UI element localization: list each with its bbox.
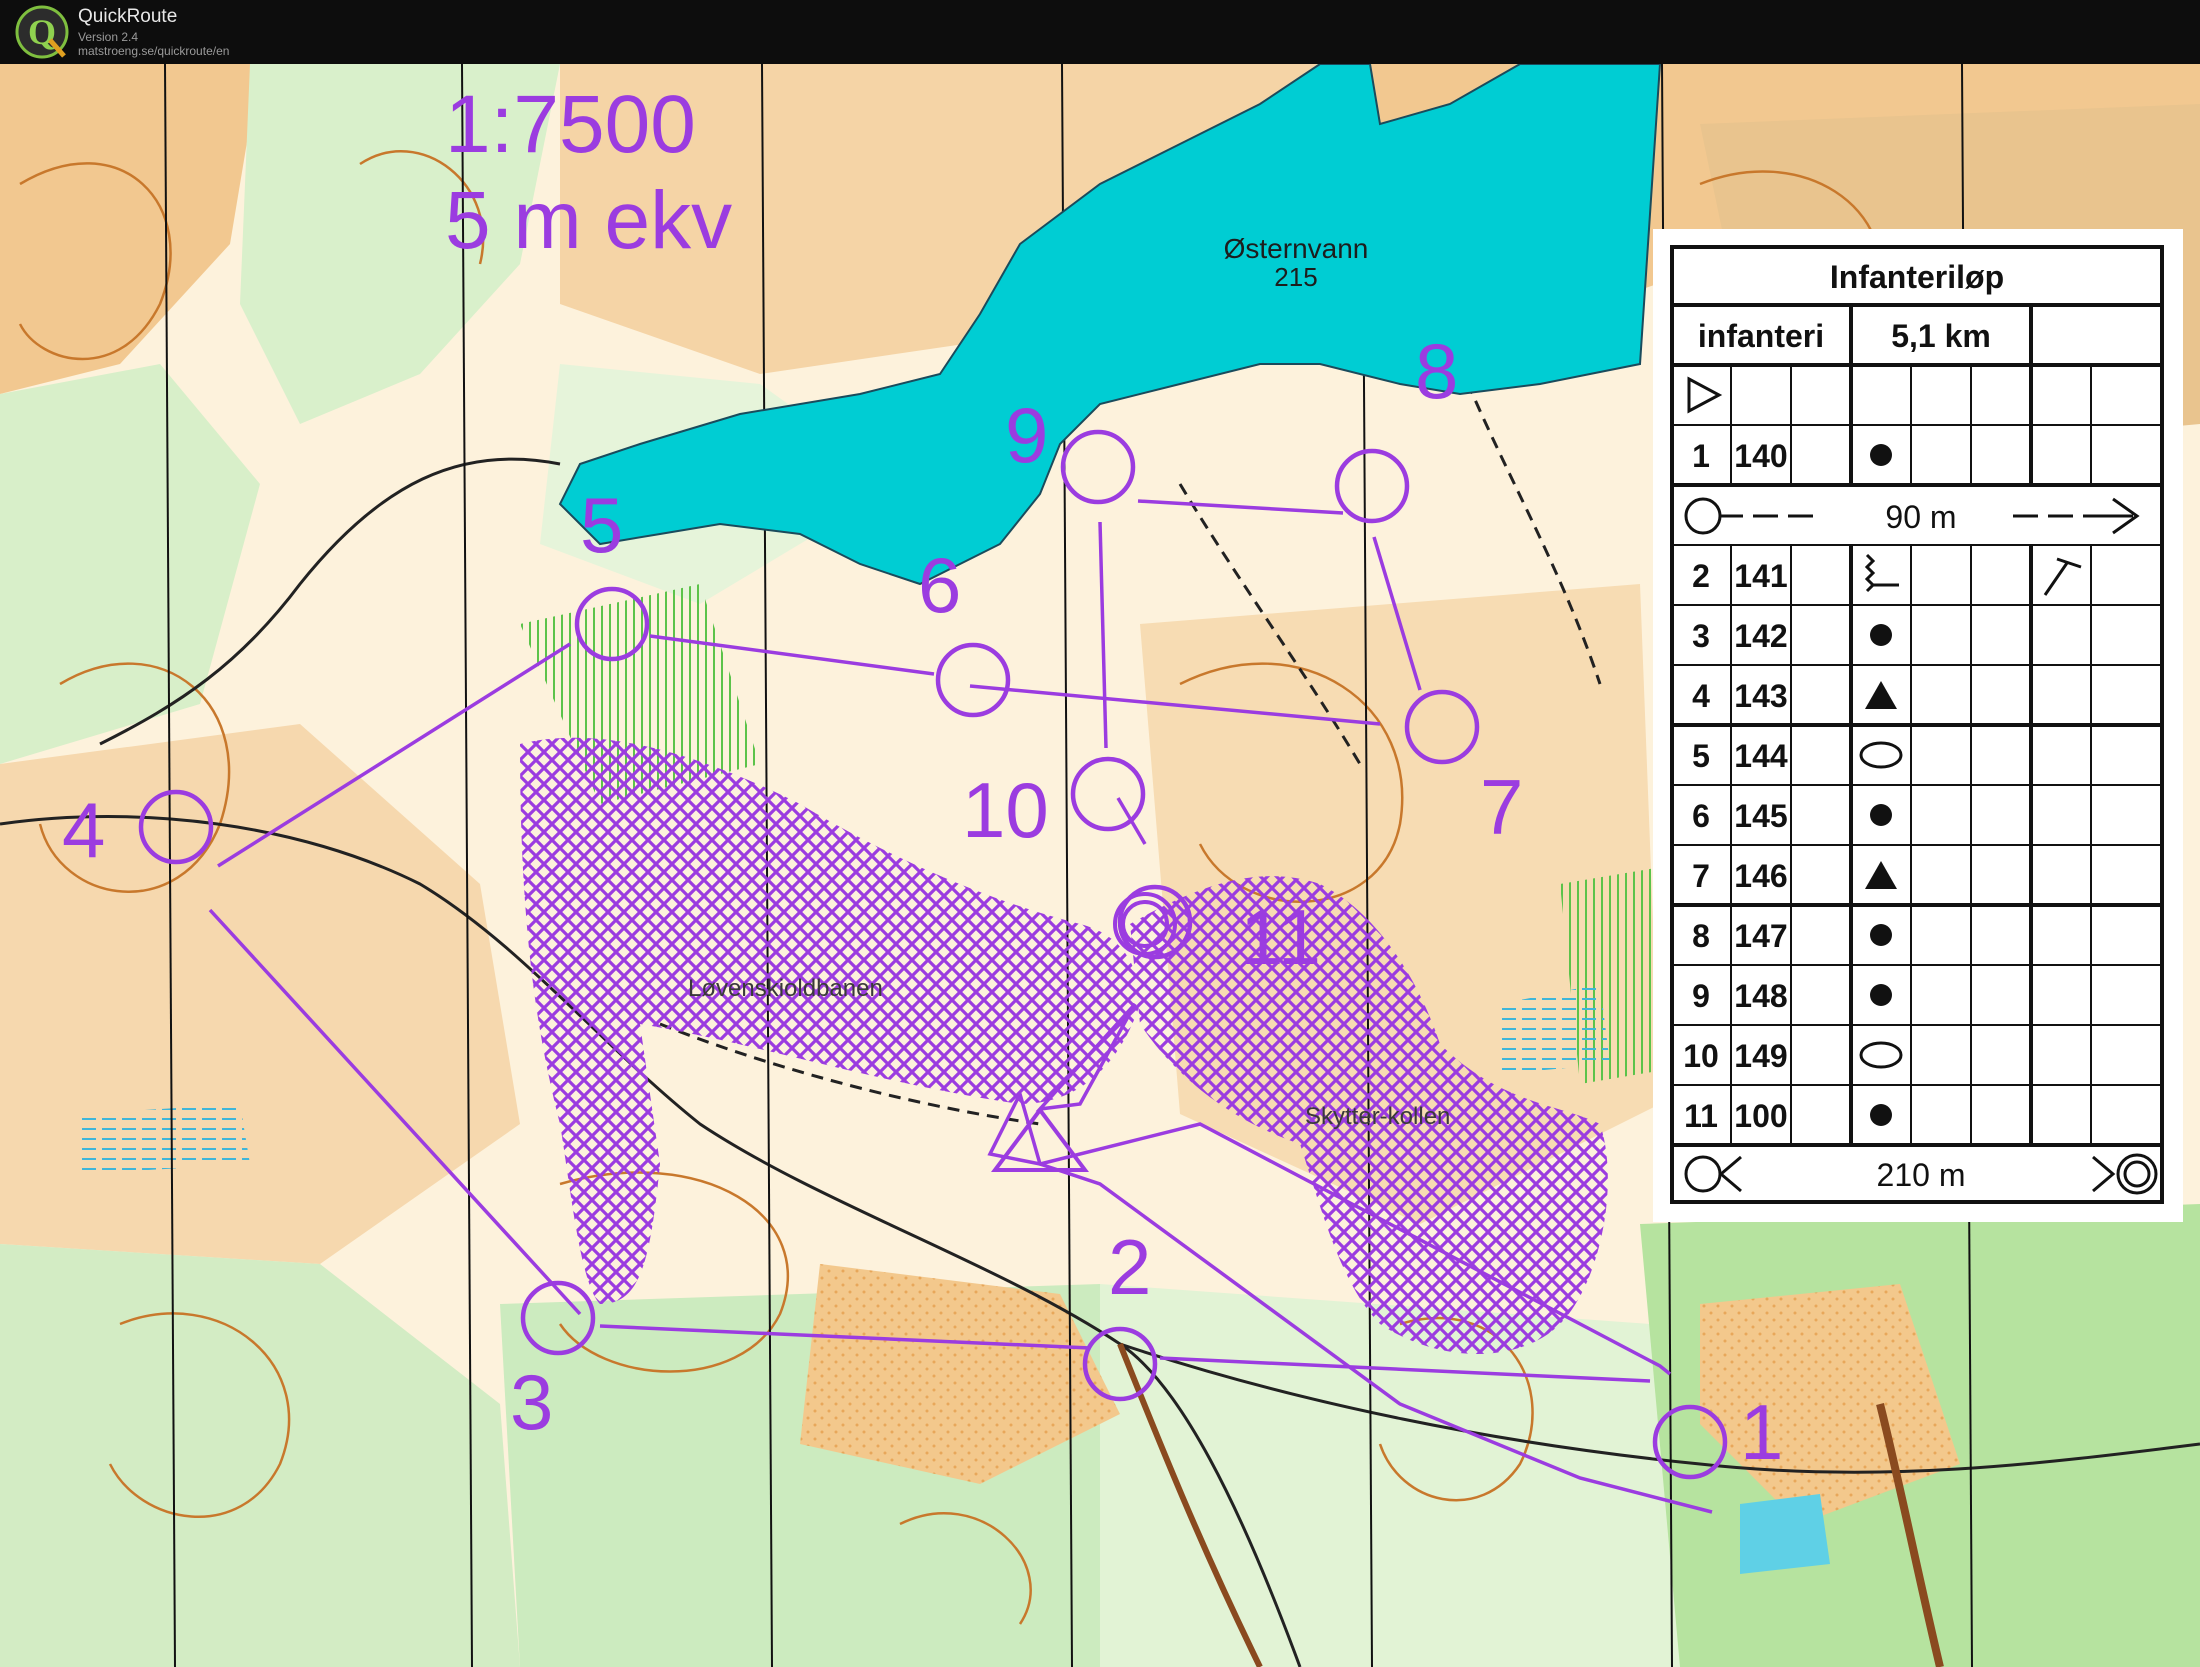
description-row-2: 2 141 <box>1692 553 2082 596</box>
control-number-2: 2 <box>1108 1223 1151 1311</box>
svg-text:144: 144 <box>1734 738 1788 774</box>
funnel-right-icon <box>2092 1155 2116 1193</box>
svg-text:8: 8 <box>1692 918 1710 954</box>
start-circle-icon <box>1684 497 1722 535</box>
lake-name: Østernvann <box>1224 233 1369 264</box>
distance-to-first-control: 90 m <box>1684 497 2140 535</box>
corner-icon <box>2043 557 2082 596</box>
control-number-5: 5 <box>580 481 623 569</box>
description-row-10: 10 149 <box>1683 1038 1903 1074</box>
description-row-9: 9 148 <box>1692 978 1892 1014</box>
svg-text:210 m: 210 m <box>1877 1157 1966 1193</box>
svg-text:146: 146 <box>1734 858 1787 894</box>
control-number-7: 7 <box>1480 763 1523 851</box>
app-version: Version 2.4 <box>78 30 139 44</box>
control-number-6: 6 <box>918 541 961 629</box>
svg-text:90 m: 90 m <box>1885 499 1956 535</box>
course-title: Infanteriløp <box>1830 259 2004 295</box>
course-length: 5,1 km <box>1891 318 1991 354</box>
app-name: QuickRoute <box>78 6 178 27</box>
svg-text:3: 3 <box>1692 618 1710 654</box>
svg-text:9: 9 <box>1692 978 1710 1014</box>
svg-text:148: 148 <box>1734 978 1787 1014</box>
svg-text:142: 142 <box>1734 618 1787 654</box>
dot-icon <box>1870 984 1892 1006</box>
triangle-icon <box>1865 861 1897 889</box>
title-bar: Q QuickRoute Version 2.4 matstroeng.se/q… <box>0 0 2200 65</box>
control-number-11: 11 <box>1240 893 1321 981</box>
place-label-skytterkollen: Skytter-kollen <box>1305 1103 1450 1130</box>
lake-height: 215 <box>1274 262 1317 292</box>
svg-text:4: 4 <box>1692 678 1710 714</box>
description-row-4: 4 143 <box>1692 678 1897 714</box>
description-row-6: 6 145 <box>1692 798 1892 834</box>
description-row-8: 8 147 <box>1692 918 1892 954</box>
svg-text:5: 5 <box>1692 738 1710 774</box>
place-label-lovenskioldbanen: Løvenskioldbanen <box>688 975 883 1002</box>
svg-text:11: 11 <box>1684 1098 1718 1134</box>
svg-text:7: 7 <box>1692 858 1710 894</box>
dot-icon <box>1870 444 1892 466</box>
finish-inner-circle-icon <box>2123 1160 2151 1188</box>
svg-text:141: 141 <box>1734 558 1787 594</box>
dot-icon <box>1870 924 1892 946</box>
control-number-9: 9 <box>1005 391 1048 479</box>
description-row-5: 5 144 <box>1692 738 1903 774</box>
dot-icon <box>1870 624 1892 646</box>
app-url: matstroeng.se/quickroute/en <box>78 44 230 58</box>
course-class: infanteri <box>1698 318 1824 354</box>
ellipse-icon <box>1859 1041 1903 1069</box>
control-number-10: 10 <box>962 766 1049 854</box>
svg-text:140: 140 <box>1734 438 1787 474</box>
control-number-4: 4 <box>62 786 105 874</box>
svg-text:100: 100 <box>1734 1098 1787 1134</box>
control-number-1: 1 <box>1740 1388 1783 1476</box>
svg-text:1: 1 <box>1692 438 1710 474</box>
zigzag-icon <box>1864 553 1899 593</box>
svg-text:143: 143 <box>1734 678 1787 714</box>
svg-text:2: 2 <box>1692 558 1710 594</box>
description-row-7: 7 146 <box>1692 858 1897 894</box>
svg-text:6: 6 <box>1692 798 1710 834</box>
control-number-8: 8 <box>1415 327 1458 415</box>
control-circle-icon <box>1684 1155 1722 1193</box>
contour-interval: 5 m ekv <box>445 175 732 266</box>
description-row-11: 11 100 <box>1684 1098 1892 1134</box>
svg-text:149: 149 <box>1734 1038 1787 1074</box>
svg-text:145: 145 <box>1734 798 1787 834</box>
dot-icon <box>1870 1104 1892 1126</box>
svg-text:Q: Q <box>28 12 56 52</box>
control-description-sheet: Infanteriløp infanteri 5,1 km 1 140 90 m… <box>1653 229 2183 1222</box>
start-triangle-icon <box>1687 376 1723 414</box>
control-number-3: 3 <box>510 1358 553 1446</box>
triangle-icon <box>1865 681 1897 709</box>
ellipse-icon <box>1859 741 1903 769</box>
map-scale: 1:7500 <box>445 79 696 170</box>
description-row-1: 1 140 <box>1692 438 1892 474</box>
description-row-3: 3 142 <box>1692 618 1892 654</box>
svg-text:10: 10 <box>1683 1038 1719 1074</box>
quickroute-logo-icon: Q <box>15 5 69 59</box>
funnel-left-icon <box>1718 1155 1742 1193</box>
distance-to-finish: 210 m <box>1684 1153 2158 1195</box>
svg-text:147: 147 <box>1734 918 1787 954</box>
dot-icon <box>1870 804 1892 826</box>
